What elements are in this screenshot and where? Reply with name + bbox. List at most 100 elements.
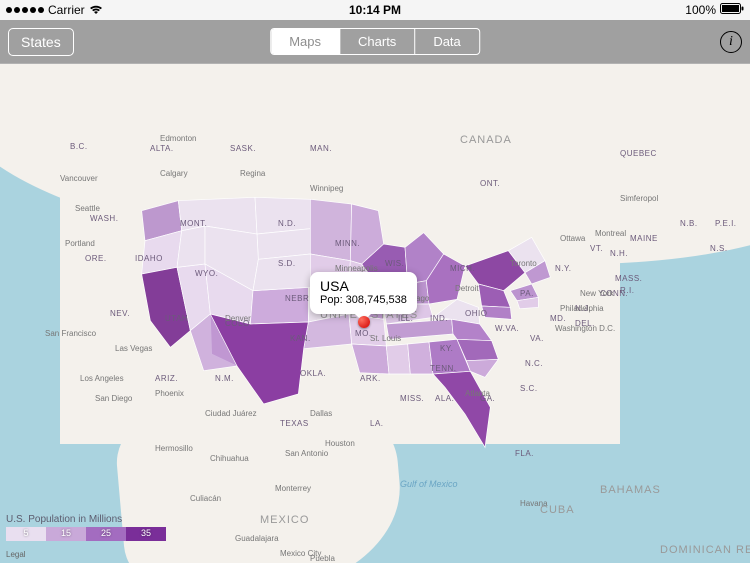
city-label: Hermosillo bbox=[155, 444, 193, 453]
city-label: San Antonio bbox=[285, 449, 328, 458]
city-label: Monterrey bbox=[275, 484, 311, 493]
state-label: MASS. bbox=[615, 274, 642, 283]
state-label: S.C. bbox=[520, 384, 538, 393]
city-label: Edmonton bbox=[160, 134, 196, 143]
province-label: SASK. bbox=[230, 144, 256, 153]
state-label: N.D. bbox=[278, 219, 296, 228]
city-label: Calgary bbox=[160, 169, 188, 178]
province-label: QUEBEC bbox=[620, 149, 657, 158]
tab-maps[interactable]: Maps bbox=[271, 29, 340, 54]
state-shape[interactable] bbox=[452, 319, 492, 340]
state-label: WIS. bbox=[385, 259, 404, 268]
city-label: St. Louis bbox=[370, 334, 401, 343]
legend-segment: 35 bbox=[126, 527, 166, 541]
state-label: ALA. bbox=[435, 394, 454, 403]
legend-title: U.S. Population in Millions bbox=[6, 514, 166, 525]
state-shape[interactable] bbox=[250, 287, 308, 324]
city-label: Havana bbox=[520, 499, 548, 508]
city-label: Los Angeles bbox=[80, 374, 124, 383]
state-label: OHIO bbox=[465, 309, 487, 318]
state-label: WYO. bbox=[195, 269, 218, 278]
city-label: Las Vegas bbox=[115, 344, 152, 353]
province-label: ONT. bbox=[480, 179, 500, 188]
legend-segment: 5 bbox=[6, 527, 46, 541]
city-label: Phoenix bbox=[155, 389, 184, 398]
tab-data[interactable]: Data bbox=[415, 29, 478, 54]
state-label: MISS. bbox=[400, 394, 424, 403]
city-label: Simferopol bbox=[620, 194, 658, 203]
battery-icon bbox=[720, 3, 744, 17]
tab-charts[interactable]: Charts bbox=[340, 29, 415, 54]
state-label: KAN. bbox=[290, 334, 311, 343]
city-label: Portland bbox=[65, 239, 95, 248]
state-label: TEXAS bbox=[280, 419, 309, 428]
status-right: 100% bbox=[685, 3, 744, 17]
state-label: N.H. bbox=[610, 249, 628, 258]
city-label: Toronto bbox=[510, 259, 537, 268]
map-callout[interactable]: USA Pop: 308,745,538 bbox=[310, 272, 417, 314]
toolbar: States Maps Charts Data i bbox=[0, 20, 750, 64]
legend-value: 25 bbox=[101, 528, 111, 538]
legend-bar: 5 15 25 35 bbox=[6, 527, 166, 541]
state-label: N.C. bbox=[525, 359, 543, 368]
country-label: BAHAMAS bbox=[600, 484, 661, 496]
state-label: N.M. bbox=[215, 374, 234, 383]
city-label: Seattle bbox=[75, 204, 100, 213]
state-label: PA. bbox=[520, 289, 534, 298]
legal-link[interactable]: Legal bbox=[6, 550, 26, 559]
city-label: Culiacán bbox=[190, 494, 221, 503]
state-label: NEBR. bbox=[285, 294, 312, 303]
state-shape[interactable] bbox=[433, 371, 490, 447]
state-label: VT. bbox=[590, 244, 603, 253]
city-label: Denver bbox=[225, 314, 251, 323]
state-label: LA. bbox=[370, 419, 384, 428]
province-label: MAN. bbox=[310, 144, 332, 153]
city-label: Regina bbox=[240, 169, 265, 178]
city-label: Washington D.C. bbox=[555, 324, 615, 333]
state-label: MINN. bbox=[335, 239, 360, 248]
status-bar: Carrier 10:14 PM 100% bbox=[0, 0, 750, 20]
city-label: Vancouver bbox=[60, 174, 98, 183]
province-label: ALTA. bbox=[150, 144, 174, 153]
legend-value: 35 bbox=[141, 528, 151, 538]
state-label: UTAH bbox=[165, 314, 188, 323]
map-pin[interactable] bbox=[358, 316, 370, 328]
carrier-label: Carrier bbox=[48, 3, 85, 17]
state-shape[interactable] bbox=[386, 344, 410, 374]
state-label: MAINE bbox=[630, 234, 658, 243]
info-button[interactable]: i bbox=[720, 31, 742, 53]
state-label: ORE. bbox=[85, 254, 107, 263]
callout-title: USA bbox=[320, 278, 407, 294]
state-label: VA. bbox=[530, 334, 544, 343]
wifi-icon bbox=[89, 3, 103, 18]
state-shape[interactable] bbox=[310, 199, 351, 260]
map-view[interactable]: CANADAUNITED STATESMEXICOCUBABAHAMASDOMI… bbox=[0, 64, 750, 563]
legend-value: 5 bbox=[23, 528, 28, 538]
legend-value: 15 bbox=[61, 528, 71, 538]
state-shape[interactable] bbox=[177, 226, 205, 267]
signal-strength bbox=[6, 7, 44, 13]
state-label: W.VA. bbox=[495, 324, 519, 333]
city-label: Guadalajara bbox=[235, 534, 279, 543]
state-label: S.D. bbox=[278, 259, 296, 268]
state-shape[interactable] bbox=[255, 197, 310, 234]
country-label: DOMINICAN REPUBLIC bbox=[660, 544, 750, 556]
legend: U.S. Population in Millions 5 15 25 35 bbox=[6, 514, 166, 541]
state-label: ARIZ. bbox=[155, 374, 178, 383]
state-label: MD. bbox=[550, 314, 566, 323]
state-shape[interactable] bbox=[352, 344, 389, 374]
legend-segment: 15 bbox=[46, 527, 86, 541]
state-label: MICH. bbox=[450, 264, 475, 273]
state-label: IDAHO bbox=[135, 254, 163, 263]
state-label: N.Y. bbox=[555, 264, 572, 273]
water-label: Gulf of Mexico bbox=[400, 479, 458, 489]
state-label: ILL. bbox=[398, 314, 413, 323]
country-label: MEXICO bbox=[260, 514, 309, 526]
province-label: B.C. bbox=[70, 142, 88, 151]
city-label: Ottawa bbox=[560, 234, 585, 243]
status-left: Carrier bbox=[6, 3, 103, 18]
city-label: Montreal bbox=[595, 229, 626, 238]
legend-segment: 25 bbox=[86, 527, 126, 541]
city-label: Ciudad Juárez bbox=[205, 409, 257, 418]
states-button[interactable]: States bbox=[8, 28, 74, 56]
